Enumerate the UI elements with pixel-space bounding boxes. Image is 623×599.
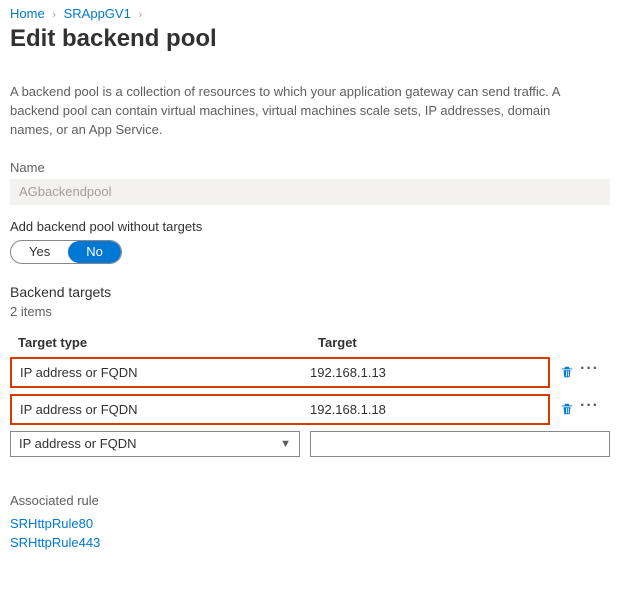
target-value-cell: 192.168.1.13: [310, 365, 540, 380]
associated-rule-link[interactable]: SRHttpRule80: [10, 514, 613, 534]
delete-icon[interactable]: [560, 402, 574, 416]
targets-header-row: Target type Target: [10, 329, 613, 357]
new-target-row: IP address or FQDN ▼: [10, 431, 610, 457]
associated-rule-label: Associated rule: [10, 493, 613, 508]
col-header-type: Target type: [18, 335, 318, 350]
delete-icon[interactable]: [560, 365, 574, 379]
target-row-highlight[interactable]: IP address or FQDN 192.168.1.13: [10, 357, 550, 388]
without-targets-label: Add backend pool without targets: [10, 219, 613, 234]
chevron-right-icon: ›: [52, 9, 56, 21]
breadcrumb-home[interactable]: Home: [10, 6, 45, 21]
toggle-no[interactable]: No: [68, 241, 121, 263]
target-value-cell: 192.168.1.18: [310, 402, 540, 417]
more-icon[interactable]: ···: [580, 364, 599, 374]
breadcrumb-app[interactable]: SRAppGV1: [64, 6, 131, 21]
without-targets-toggle[interactable]: Yes No: [10, 240, 122, 264]
name-label: Name: [10, 160, 613, 175]
table-row: IP address or FQDN 192.168.1.13 ···: [10, 357, 613, 388]
table-row: IP address or FQDN 192.168.1.18 ···: [10, 394, 613, 425]
target-type-cell: IP address or FQDN: [20, 365, 310, 380]
associated-rule-section: Associated rule SRHttpRule80 SRHttpRule4…: [10, 493, 613, 553]
new-target-value-input[interactable]: [310, 431, 610, 457]
backend-targets-count: 2 items: [10, 304, 613, 319]
new-target-type-select[interactable]: IP address or FQDN ▼: [10, 431, 300, 457]
chevron-down-icon: ▼: [280, 438, 291, 450]
name-input: [10, 179, 610, 205]
col-header-target: Target: [318, 335, 605, 350]
toggle-yes[interactable]: Yes: [11, 241, 68, 263]
chevron-right-icon: ›: [138, 9, 142, 21]
backend-targets-heading: Backend targets: [10, 284, 613, 300]
breadcrumb: Home › SRAppGV1 ›: [10, 6, 613, 21]
more-icon[interactable]: ···: [580, 401, 599, 411]
new-target-type-value: IP address or FQDN: [19, 436, 137, 451]
page-title: Edit backend pool: [10, 25, 613, 53]
associated-rule-link[interactable]: SRHttpRule443: [10, 533, 613, 553]
target-row-highlight[interactable]: IP address or FQDN 192.168.1.18: [10, 394, 550, 425]
description-text: A backend pool is a collection of resour…: [10, 83, 590, 140]
target-type-cell: IP address or FQDN: [20, 402, 310, 417]
